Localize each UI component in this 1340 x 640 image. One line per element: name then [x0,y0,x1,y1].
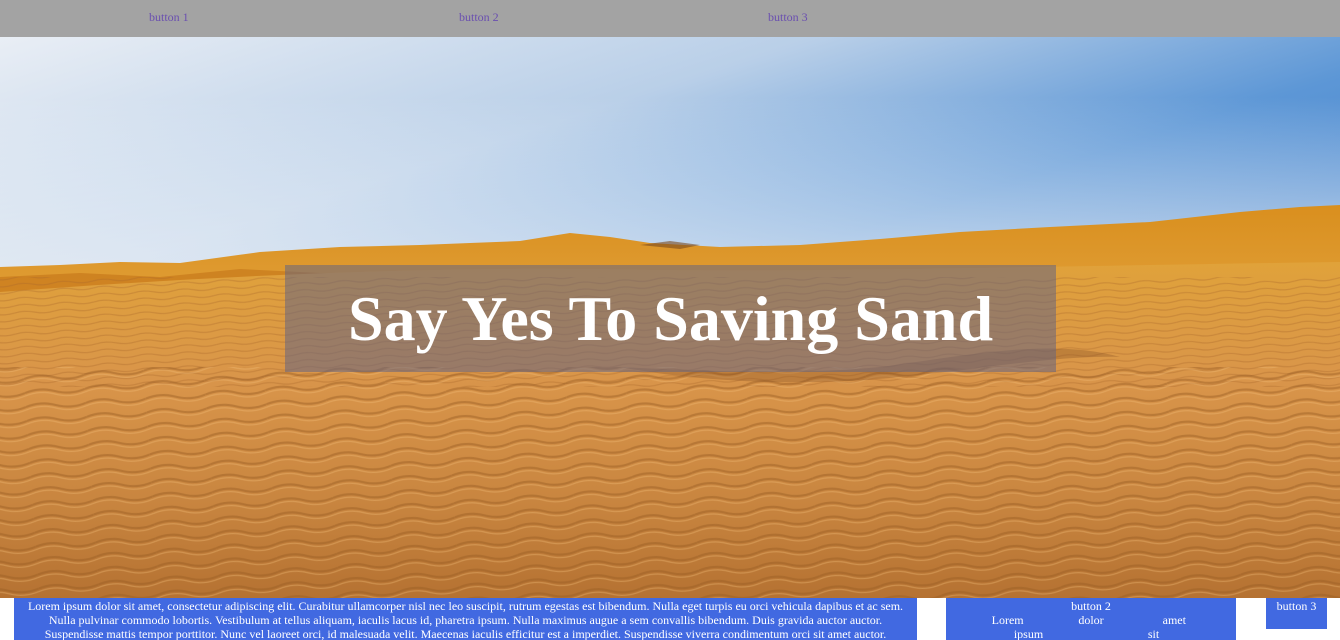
word-item: ipsum [1013,627,1044,640]
button-2[interactable]: button 2 [946,599,1236,613]
word-item: Lorem [991,613,1024,627]
bottom-panels: Lorem ipsum dolor sit amet, consectetur … [0,598,1340,640]
panel-button-2: button 2 Lorem dolor amet ipsum sit [946,598,1236,640]
nav-button-3[interactable]: button 3 [768,10,808,24]
lorem-text-panel: Lorem ipsum dolor sit amet, consectetur … [14,598,917,640]
lorem-paragraph: Lorem ipsum dolor sit amet, consectetur … [27,599,904,640]
nav-button-2[interactable]: button 2 [459,10,499,24]
hero-section: Say Yes To Saving Sand [0,37,1340,598]
word-grid: Lorem dolor amet ipsum sit [946,613,1236,640]
button-3[interactable]: button 3 [1266,599,1327,613]
nav-button-1[interactable]: button 1 [149,10,189,24]
word-item: sit [1147,627,1160,640]
hero-title-box: Say Yes To Saving Sand [285,265,1056,372]
word-item: dolor [1078,613,1104,627]
hero-title: Say Yes To Saving Sand [347,282,994,354]
top-nav-bar: button 1 button 2 button 3 [0,0,1340,37]
panel-button-3[interactable]: button 3 [1266,598,1327,629]
word-item: amet [1162,613,1186,627]
